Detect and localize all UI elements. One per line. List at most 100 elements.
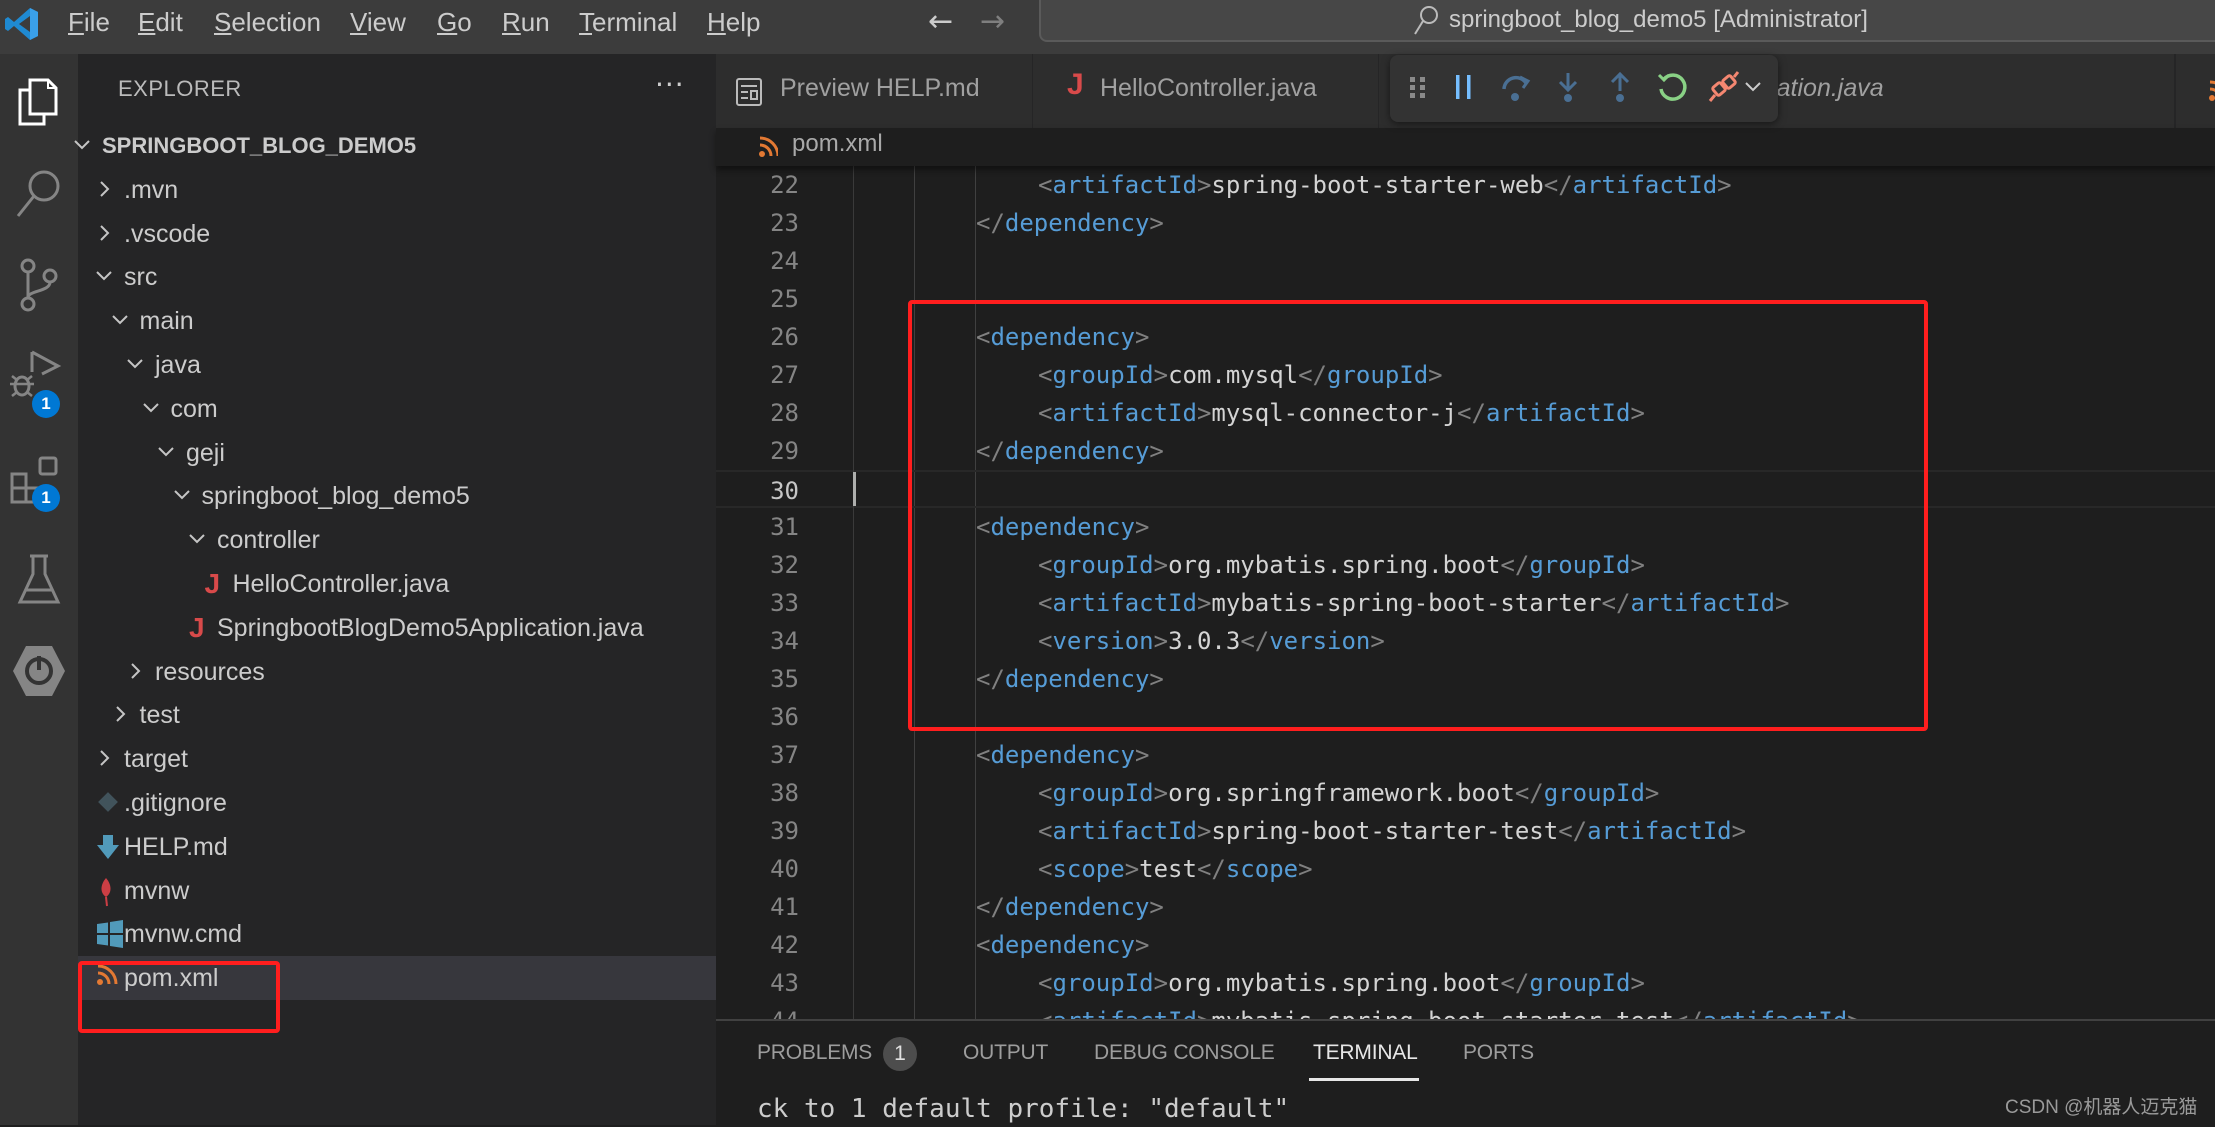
xml-tag-name: artifactId — [1052, 589, 1197, 617]
line-number: 25 — [770, 285, 799, 313]
step-out-icon[interactable] — [1602, 69, 1638, 105]
xml-tag-name: version — [1269, 627, 1371, 655]
xml-tag-name: groupId — [1052, 361, 1154, 389]
menu-accel: T — [579, 7, 592, 37]
tree-folder[interactable]: main — [78, 299, 716, 343]
code-text: <artifactId>mybatis-spring-boot-starter<… — [1038, 584, 1789, 622]
xml-text: spring-boot-starter-test — [1211, 817, 1559, 845]
testing-flask-icon[interactable] — [8, 548, 70, 610]
text-cursor — [853, 472, 856, 506]
rss-xml-icon — [759, 136, 778, 157]
panel-tab-problems[interactable]: PROBLEMS — [757, 1041, 872, 1065]
tree-file[interactable]: mvnw.cmd — [78, 912, 716, 956]
tree-folder[interactable]: controller — [78, 518, 716, 562]
xml-text: mybatis-spring-boot-starter-test — [1211, 1007, 1673, 1019]
tab-preview-help-md[interactable]: Preview HELP.md — [716, 54, 1033, 128]
tab-pom-xml[interactable] — [2176, 54, 2215, 128]
chevron-down-icon[interactable] — [1740, 69, 1766, 105]
breadcrumb-file[interactable]: pom.xml — [792, 130, 883, 158]
xml-tag-name: groupId — [1529, 551, 1631, 579]
xml-bracket: > — [1149, 209, 1164, 237]
tree-item-label: .mvn — [124, 175, 179, 204]
chevron-down-icon — [158, 446, 174, 457]
code-editor[interactable]: 22 <artifactId>spring-boot-starter-web</a… — [716, 166, 2215, 1019]
xml-text: mysql-connector-j — [1211, 399, 1458, 427]
drag-handle-icon[interactable] — [1400, 69, 1436, 105]
tree-item-label: resources — [155, 657, 265, 686]
xml-bracket: > — [1153, 361, 1169, 389]
menu-run[interactable]: Run — [502, 6, 550, 38]
tree-folder[interactable]: .mvn — [78, 168, 716, 212]
code-line: 36 — [716, 698, 2215, 736]
xml-tag-name: dependency — [1004, 209, 1150, 237]
restart-icon[interactable] — [1654, 69, 1690, 105]
source-control-icon[interactable] — [8, 254, 70, 316]
tree-folder[interactable]: geji — [78, 431, 716, 475]
rss-xml-icon — [96, 964, 122, 992]
chevron-down-icon — [173, 490, 190, 500]
panel-tab-ports[interactable]: PORTS — [1463, 1041, 1534, 1065]
menu-terminal[interactable]: Terminal — [579, 6, 677, 38]
gutter-divider — [853, 166, 854, 1019]
xml-bracket: < — [1038, 779, 1053, 807]
tree-file[interactable]: J SpringbootBlogDemo5Application.java — [78, 606, 716, 650]
xml-bracket: > — [1196, 399, 1212, 427]
xml-bracket: > — [1196, 171, 1212, 199]
tree-folder[interactable]: java — [78, 343, 716, 387]
line-number: 38 — [770, 779, 799, 807]
line-number: 40 — [770, 855, 799, 883]
tree-file[interactable]: pom.xml — [78, 956, 716, 1001]
step-into-icon[interactable] — [1550, 69, 1586, 105]
explorer-files-icon[interactable] — [8, 70, 70, 132]
tree-file[interactable]: J HelloController.java — [78, 562, 716, 606]
tree-folder[interactable]: resources — [78, 650, 716, 694]
tree-folder[interactable]: .vscode — [78, 212, 716, 256]
menu-file[interactable]: File — [68, 6, 110, 38]
tree-file[interactable]: HELP.md — [78, 825, 716, 869]
tree-folder[interactable]: test — [78, 693, 716, 737]
search-icon[interactable] — [8, 162, 70, 224]
tree-root[interactable]: SPRINGBOOT_BLOG_DEMO5 — [74, 124, 716, 168]
tree-folder[interactable]: springboot_blog_demo5 — [78, 474, 716, 518]
tab-hellocontroller-java[interactable]: J HelloController.java — [1033, 54, 1379, 128]
markdown-icon — [96, 833, 122, 861]
tree-file[interactable]: mvnw — [78, 869, 716, 913]
xml-bracket: > — [1847, 1007, 1861, 1019]
code-line: 28 <artifactId>mysql-connector-j</artifac… — [716, 394, 2215, 432]
back-arrow-icon[interactable]: ← — [928, 4, 953, 39]
chevron-right-icon — [115, 706, 125, 723]
chevron-right-icon — [100, 224, 110, 241]
panel-tab-terminal[interactable]: TERMINAL — [1313, 1041, 1418, 1065]
menu-selection[interactable]: Selection — [214, 6, 321, 38]
code-line: 44<artifactId>mybatis-spring-boot-starte… — [716, 1002, 2215, 1019]
explorer-title: EXPLORER — [118, 76, 242, 101]
menu-label: election — [231, 7, 321, 37]
panel-tab-output[interactable]: OUTPUT — [963, 1041, 1048, 1065]
menu-help[interactable]: Help — [707, 6, 760, 38]
menu-edit[interactable]: Edit — [138, 6, 183, 38]
more-actions-icon[interactable]: ··· — [655, 68, 685, 101]
disconnect-plug-icon[interactable] — [1706, 69, 1742, 105]
spring-boot-dashboard-icon[interactable] — [8, 640, 70, 702]
menu-view[interactable]: View — [350, 6, 406, 38]
step-over-icon[interactable] — [1498, 69, 1534, 105]
xml-tag-name: artifactId — [1703, 1007, 1848, 1019]
chevron-down-icon — [189, 534, 205, 544]
xml-bracket: > — [1124, 855, 1140, 883]
tree-item-label: src — [124, 263, 158, 292]
code-line: 23 </dependency> — [716, 204, 2215, 242]
xml-bracket: </ — [1601, 589, 1631, 617]
xml-tag-name: groupId — [1052, 779, 1154, 807]
tree-folder[interactable]: target — [78, 737, 716, 781]
menu-accel: G — [437, 7, 458, 37]
tree-file[interactable]: .gitignore — [78, 781, 716, 825]
pause-icon[interactable] — [1446, 69, 1482, 105]
forward-arrow-icon[interactable]: → — [980, 4, 1005, 39]
xml-bracket: > — [1197, 1007, 1211, 1019]
tree-folder[interactable]: com — [78, 387, 716, 431]
menu-go[interactable]: Go — [437, 6, 472, 38]
tree-folder[interactable]: src — [78, 255, 716, 299]
panel-tab-debug-console[interactable]: DEBUG CONSOLE — [1094, 1041, 1275, 1065]
vscode-logo-icon — [5, 8, 38, 40]
xml-bracket: < — [976, 323, 991, 351]
